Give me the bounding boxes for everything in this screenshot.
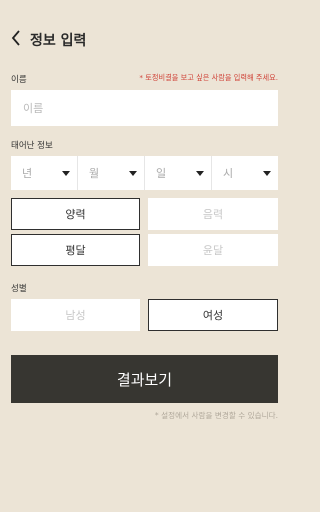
year-select-label: 년 xyxy=(22,167,33,180)
day-select-label: 일 xyxy=(156,167,167,180)
hour-select[interactable]: 시 xyxy=(212,156,278,190)
male-button[interactable]: 남성 xyxy=(11,299,140,331)
month-select[interactable]: 월 xyxy=(78,156,145,190)
lunar-calendar-button[interactable]: 음력 xyxy=(148,198,278,230)
caret-down-icon xyxy=(263,170,271,176)
female-button[interactable]: 여성 xyxy=(148,299,278,331)
name-label: 이름 xyxy=(11,75,27,85)
name-hint: * 토정비결을 보고 싶은 사람을 입력해 주세요. xyxy=(139,73,278,82)
chevron-left-icon xyxy=(11,30,20,46)
caret-down-icon xyxy=(196,170,204,176)
caret-down-icon xyxy=(129,170,137,176)
page-title: 정보 입력 xyxy=(30,33,87,49)
leap-month-button[interactable]: 윤달 xyxy=(148,234,278,266)
back-button[interactable] xyxy=(8,28,24,48)
birth-info-label: 태어난 정보 xyxy=(11,141,53,151)
solar-calendar-button[interactable]: 양력 xyxy=(11,198,140,230)
month-select-label: 월 xyxy=(89,167,100,180)
settings-footnote: * 설정에서 사람을 변경할 수 있습니다. xyxy=(154,411,278,420)
name-input[interactable]: 이름 xyxy=(11,90,278,126)
app-header: 정보 입력 xyxy=(0,0,288,76)
gender-label: 성별 xyxy=(11,284,27,294)
hour-select-label: 시 xyxy=(223,167,234,180)
view-result-button[interactable]: 결과보기 xyxy=(11,355,278,403)
caret-down-icon xyxy=(62,170,70,176)
day-select[interactable]: 일 xyxy=(145,156,212,190)
year-select[interactable]: 년 xyxy=(11,156,78,190)
normal-month-button[interactable]: 평달 xyxy=(11,234,140,266)
birth-selects: 년 월 일 시 xyxy=(11,156,278,190)
